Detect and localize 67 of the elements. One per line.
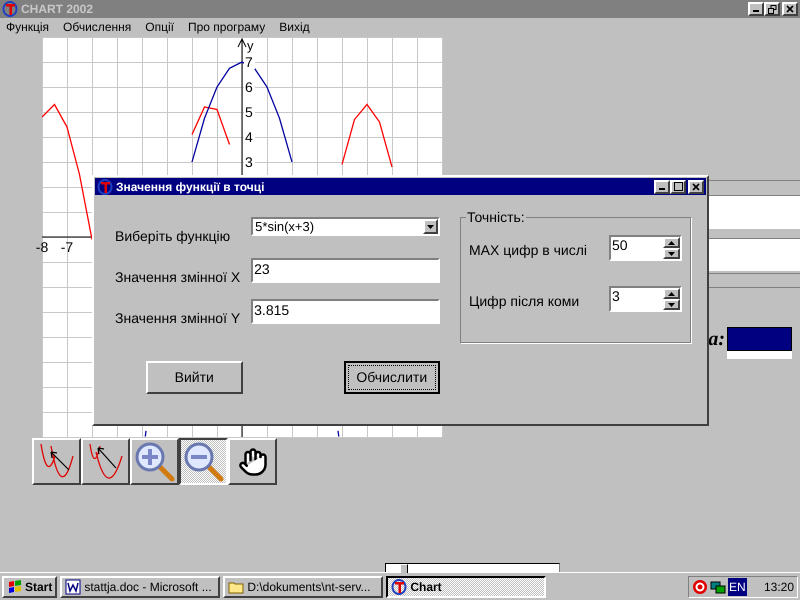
- windows-flag-icon: [7, 580, 23, 594]
- dialog-button[interactable]: Вийти: [146, 361, 242, 394]
- tick-label: -8: [36, 239, 48, 255]
- taskbar-button[interactable]: Chart: [386, 576, 546, 598]
- menu-item[interactable]: Про програму: [182, 18, 272, 36]
- tick-label: 5: [245, 104, 253, 120]
- maximize-icon: [674, 182, 682, 191]
- spin-down-icon: [663, 299, 680, 310]
- close-icon: [786, 5, 794, 13]
- field-label: Значення змінної X: [115, 268, 242, 287]
- slider-thumb[interactable]: [400, 564, 408, 573]
- maximize-button[interactable]: [670, 180, 686, 194]
- tick-label: 3: [245, 154, 253, 170]
- dialog-title: Значення функції в точці: [116, 178, 264, 196]
- color-swatch: [727, 327, 792, 351]
- zoom-out-icon: [182, 440, 224, 482]
- start-button[interactable]: Start: [2, 576, 58, 598]
- result-label: а:: [708, 327, 725, 351]
- slider-track[interactable]: [385, 563, 560, 572]
- number-spinner[interactable]: 50: [609, 235, 682, 261]
- spinner-label: Цифр після коми: [469, 292, 580, 311]
- toolbar-button[interactable]: [179, 438, 228, 485]
- network-icon: [710, 578, 726, 594]
- close-button[interactable]: [688, 180, 704, 194]
- hand-icon: [238, 446, 268, 476]
- tick-label: 6: [245, 79, 253, 95]
- spin-up-icon: [663, 237, 680, 248]
- app-logo-icon: [391, 578, 408, 594]
- zoom-in-icon: [134, 440, 176, 482]
- restore-icon: [768, 4, 776, 14]
- axis-label: y: [247, 38, 254, 53]
- minimize-button[interactable]: [654, 180, 670, 194]
- tick-label: 4: [245, 129, 253, 145]
- tick-label: -7: [60, 239, 74, 255]
- minimize-icon: [753, 10, 759, 12]
- menu-item[interactable]: Обчислення: [57, 18, 138, 36]
- input-field[interactable]: 3.815: [251, 299, 440, 324]
- window-title: CHART 2002: [21, 1, 94, 18]
- close-icon: [692, 182, 700, 190]
- spinner-label: MAX цифр в числі: [469, 241, 588, 260]
- function-dropdown[interactable]: 5*sin(x+3): [251, 217, 440, 236]
- spin-up-icon: [663, 288, 680, 299]
- dialog-button[interactable]: Обчислити: [344, 361, 440, 394]
- minimize-icon: [659, 188, 665, 190]
- spin-down-icon: [663, 248, 680, 259]
- group-title: Точність:: [466, 208, 526, 227]
- app-logo-icon: [97, 178, 113, 194]
- document-icon: [65, 578, 82, 594]
- close-button[interactable]: [782, 2, 798, 16]
- restore-button[interactable]: [764, 2, 780, 16]
- language-indicator[interactable]: EN: [728, 578, 747, 596]
- taskbar-button[interactable]: D:\dokuments\nt-serv...: [223, 576, 384, 598]
- input-field[interactable]: 23: [251, 258, 440, 283]
- menu-item[interactable]: Опції: [139, 18, 180, 36]
- target-icon: [692, 578, 708, 594]
- number-spinner[interactable]: 3: [609, 286, 682, 312]
- clock: 13:20: [764, 578, 794, 596]
- folder-icon: [228, 580, 244, 594]
- tick-label: 7: [245, 54, 253, 70]
- menu-item[interactable]: Функція: [0, 18, 56, 36]
- value-field: [727, 351, 792, 359]
- minimize-button[interactable]: [748, 2, 764, 16]
- app-logo-icon: [2, 1, 18, 17]
- field-label: Виберіть функцію: [115, 227, 232, 246]
- field-label: Значення змінної Y: [115, 309, 242, 328]
- menu-item[interactable]: Вихід: [273, 18, 316, 36]
- taskbar-button[interactable]: stattja.doc - Microsoft ...: [60, 576, 220, 598]
